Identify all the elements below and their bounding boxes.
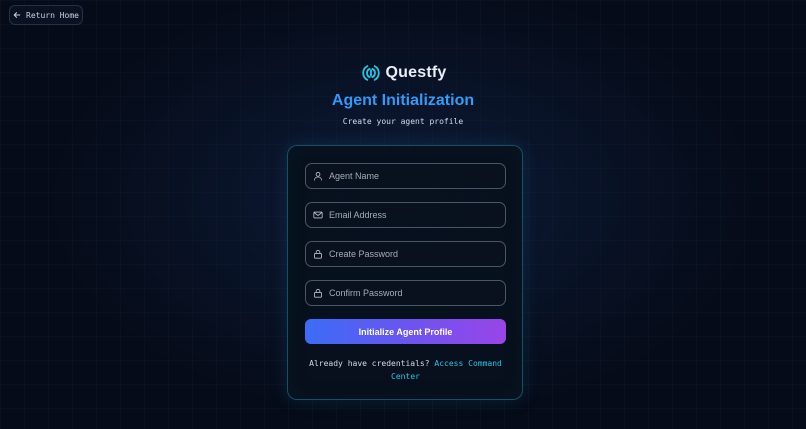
lock-icon [313,288,323,298]
create-password-field[interactable] [305,241,506,267]
lock-icon [313,249,323,259]
create-password-input[interactable] [329,249,499,259]
questfy-logo-icon [360,62,382,84]
agent-name-input[interactable] [329,171,499,181]
agent-name-field[interactable] [305,163,506,189]
brand-name: Questfy [385,64,447,81]
return-home-label: Return Home [26,10,79,20]
signin-prompt: Already have credentials? Access Command… [305,357,506,383]
email-input[interactable] [329,210,499,220]
page-title: Agent Initialization [0,92,806,110]
email-field[interactable] [305,202,506,228]
confirm-password-input[interactable] [329,288,499,298]
signin-prompt-text: Already have credentials? [309,359,430,368]
signup-card: Initialize Agent Profile Already have cr… [287,145,523,400]
page-subtitle: Create your agent profile [342,117,464,126]
initialize-profile-button[interactable]: Initialize Agent Profile [305,319,506,344]
confirm-password-field[interactable] [305,280,506,306]
brand: Questfy [0,62,806,84]
return-home-button[interactable]: Return Home [9,5,83,25]
mail-icon [313,210,323,220]
user-icon [313,171,323,181]
arrow-left-icon [13,11,21,19]
